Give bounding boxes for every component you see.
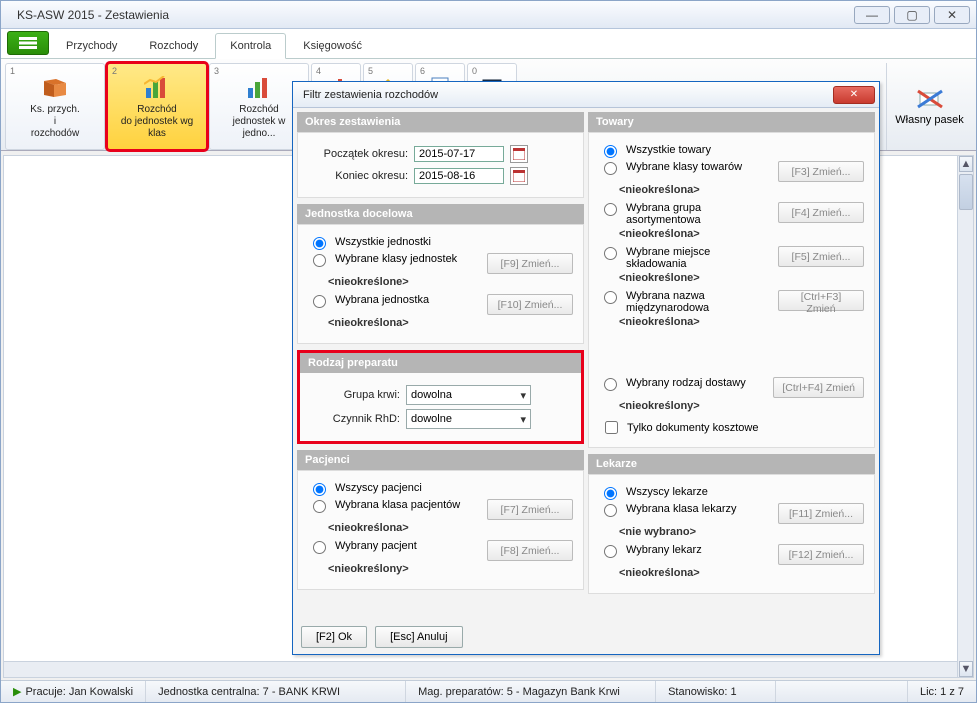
calendar-icon[interactable] (510, 145, 528, 163)
status-unit: Jednostka centralna: 7 - BANK KRWI (146, 681, 406, 702)
end-date-label: Koniec okresu: (308, 170, 408, 182)
f9-button[interactable]: [F9] Zmień... (487, 253, 573, 274)
lekarze-radio-class[interactable] (604, 504, 617, 517)
ribbon-num: 2 (112, 66, 117, 76)
grupa-combo[interactable]: dowolna▾ (406, 385, 531, 405)
ribbon-btn-1[interactable]: 1 Ks. przych. i rozchodów (5, 63, 105, 150)
window-title: KS-ASW 2015 - Zestawienia (1, 8, 169, 22)
scroll-up-icon[interactable]: ▲ (959, 156, 973, 172)
towary-radio-nazwa[interactable] (604, 291, 617, 304)
status-user: ▶Pracuje: Jan Kowalski (1, 681, 146, 702)
status-warehouse: Mag. preparatów: 5 - Magazyn Bank Krwi (406, 681, 656, 702)
pacjenci-radio-single[interactable] (313, 541, 326, 554)
minimize-button[interactable]: ― (854, 6, 890, 24)
ok-button[interactable]: [F2] Ok (301, 626, 367, 648)
maximize-button[interactable]: ▢ (894, 6, 930, 24)
kosztowe-checkbox[interactable] (605, 421, 618, 434)
scroll-thumb[interactable] (959, 174, 973, 210)
tab-ksiegowosc[interactable]: Księgowość (288, 32, 377, 58)
towary-radio-grupa[interactable] (604, 203, 617, 216)
tab-przychody[interactable]: Przychody (51, 32, 132, 58)
calendar-icon[interactable] (510, 167, 528, 185)
paste-icon (916, 87, 944, 114)
chevron-down-icon: ▾ (520, 413, 526, 426)
dialog-close-button[interactable]: ✕ (833, 86, 875, 104)
ribbon-right[interactable]: Własny pasek (886, 63, 972, 150)
jednostka-radio-single[interactable] (313, 295, 326, 308)
statusbar: ▶Pracuje: Jan Kowalski Jednostka central… (1, 680, 976, 702)
close-button[interactable]: ✕ (934, 6, 970, 24)
pacjenci-header: Pacjenci (297, 450, 584, 470)
ctrlf4-button[interactable]: [Ctrl+F4] Zmień (773, 377, 864, 398)
tab-kontrola[interactable]: Kontrola (215, 33, 286, 59)
lekarze-header: Lekarze (588, 454, 875, 474)
f7-button[interactable]: [F7] Zmień... (487, 499, 573, 520)
ribbon-right-label: Własny pasek (895, 114, 963, 126)
scroll-down-icon[interactable]: ▼ (959, 661, 973, 677)
start-date-input[interactable] (414, 146, 504, 162)
lekarze-radio-single[interactable] (604, 545, 617, 558)
menubar: Przychody Rozchody Kontrola Księgowość (1, 29, 976, 59)
okres-header: Okres zestawienia (297, 112, 584, 132)
book-icon (41, 74, 69, 102)
app-menu-button[interactable] (7, 31, 49, 55)
towary-radio-all[interactable] (604, 145, 617, 158)
ribbon-label: Rozchód jednostek w jedno... (233, 104, 286, 140)
jednostka-header: Jednostka docelowa (297, 204, 584, 224)
ctrlf3-button[interactable]: [Ctrl+F3] Zmień (778, 290, 864, 311)
chevron-down-icon: ▾ (520, 389, 526, 402)
rhd-combo[interactable]: dowolne▾ (406, 409, 531, 429)
f11-button[interactable]: [F11] Zmień... (778, 503, 864, 524)
vertical-scrollbar[interactable]: ▲ ▼ (957, 156, 973, 677)
dialog-left-column: Okres zestawienia Początek okresu: Konie… (297, 112, 584, 616)
cancel-button[interactable]: [Esc] Anuluj (375, 626, 462, 648)
filter-dialog: Filtr zestawienia rozchodów ✕ Okres zest… (292, 81, 880, 655)
dialog-titlebar: Filtr zestawienia rozchodów ✕ (293, 82, 879, 108)
dialog-footer: [F2] Ok [Esc] Anuluj (301, 626, 463, 648)
window-controls: ― ▢ ✕ (854, 6, 976, 24)
tab-rozchody[interactable]: Rozchody (134, 32, 213, 58)
towary-radio-dostawa[interactable] (604, 378, 617, 391)
dialog-right-column: Towary Wszystkie towary Wybrane klasy to… (588, 112, 875, 616)
f8-button[interactable]: [F8] Zmień... (487, 540, 573, 561)
dialog-title: Filtr zestawienia rozchodów (303, 89, 438, 101)
f12-button[interactable]: [F12] Zmień... (778, 544, 864, 565)
status-station: Stanowisko: 1 (656, 681, 776, 702)
app-window: KS-ASW 2015 - Zestawienia ― ▢ ✕ Przychod… (0, 0, 977, 703)
status-licence: Lic: 1 z 7 (907, 681, 976, 702)
towary-radio-miejsce[interactable] (604, 247, 617, 260)
towary-radio-klasy[interactable] (604, 162, 617, 175)
pacjenci-radio-all[interactable] (313, 483, 326, 496)
f5-button[interactable]: [F5] Zmień... (778, 246, 864, 267)
titlebar: KS-ASW 2015 - Zestawienia ― ▢ ✕ (1, 1, 976, 29)
chart-icon (245, 74, 273, 102)
f10-button[interactable]: [F10] Zmień... (487, 294, 573, 315)
f4-button[interactable]: [F4] Zmień... (778, 202, 864, 223)
rodzaj-group: Rodzaj preparatu Grupa krwi: dowolna▾ Cz… (297, 350, 584, 444)
f3-button[interactable]: [F3] Zmień... (778, 161, 864, 182)
start-date-label: Początek okresu: (308, 148, 408, 160)
end-date-input[interactable] (414, 168, 504, 184)
rodzaj-header: Rodzaj preparatu (300, 353, 581, 373)
rhd-label: Czynnik RhD: (310, 413, 400, 425)
ribbon-btn-2[interactable]: 2 Rozchód do jednostek wg klas (107, 63, 207, 150)
pacjenci-radio-class[interactable] (313, 500, 326, 513)
ribbon-num: 3 (214, 66, 219, 76)
jednostka-radio-all[interactable] (313, 237, 326, 250)
grupa-label: Grupa krwi: (310, 389, 400, 401)
ribbon-label: Rozchód do jednostek wg klas (121, 104, 193, 140)
ribbon-num: 1 (10, 66, 15, 76)
chart-icon (143, 74, 171, 102)
lekarze-radio-all[interactable] (604, 487, 617, 500)
ribbon-label: Ks. przych. i rozchodów (30, 104, 79, 140)
horizontal-scrollbar[interactable] (4, 661, 957, 677)
jednostka-radio-klasy[interactable] (313, 254, 326, 267)
towary-header: Towary (588, 112, 875, 132)
